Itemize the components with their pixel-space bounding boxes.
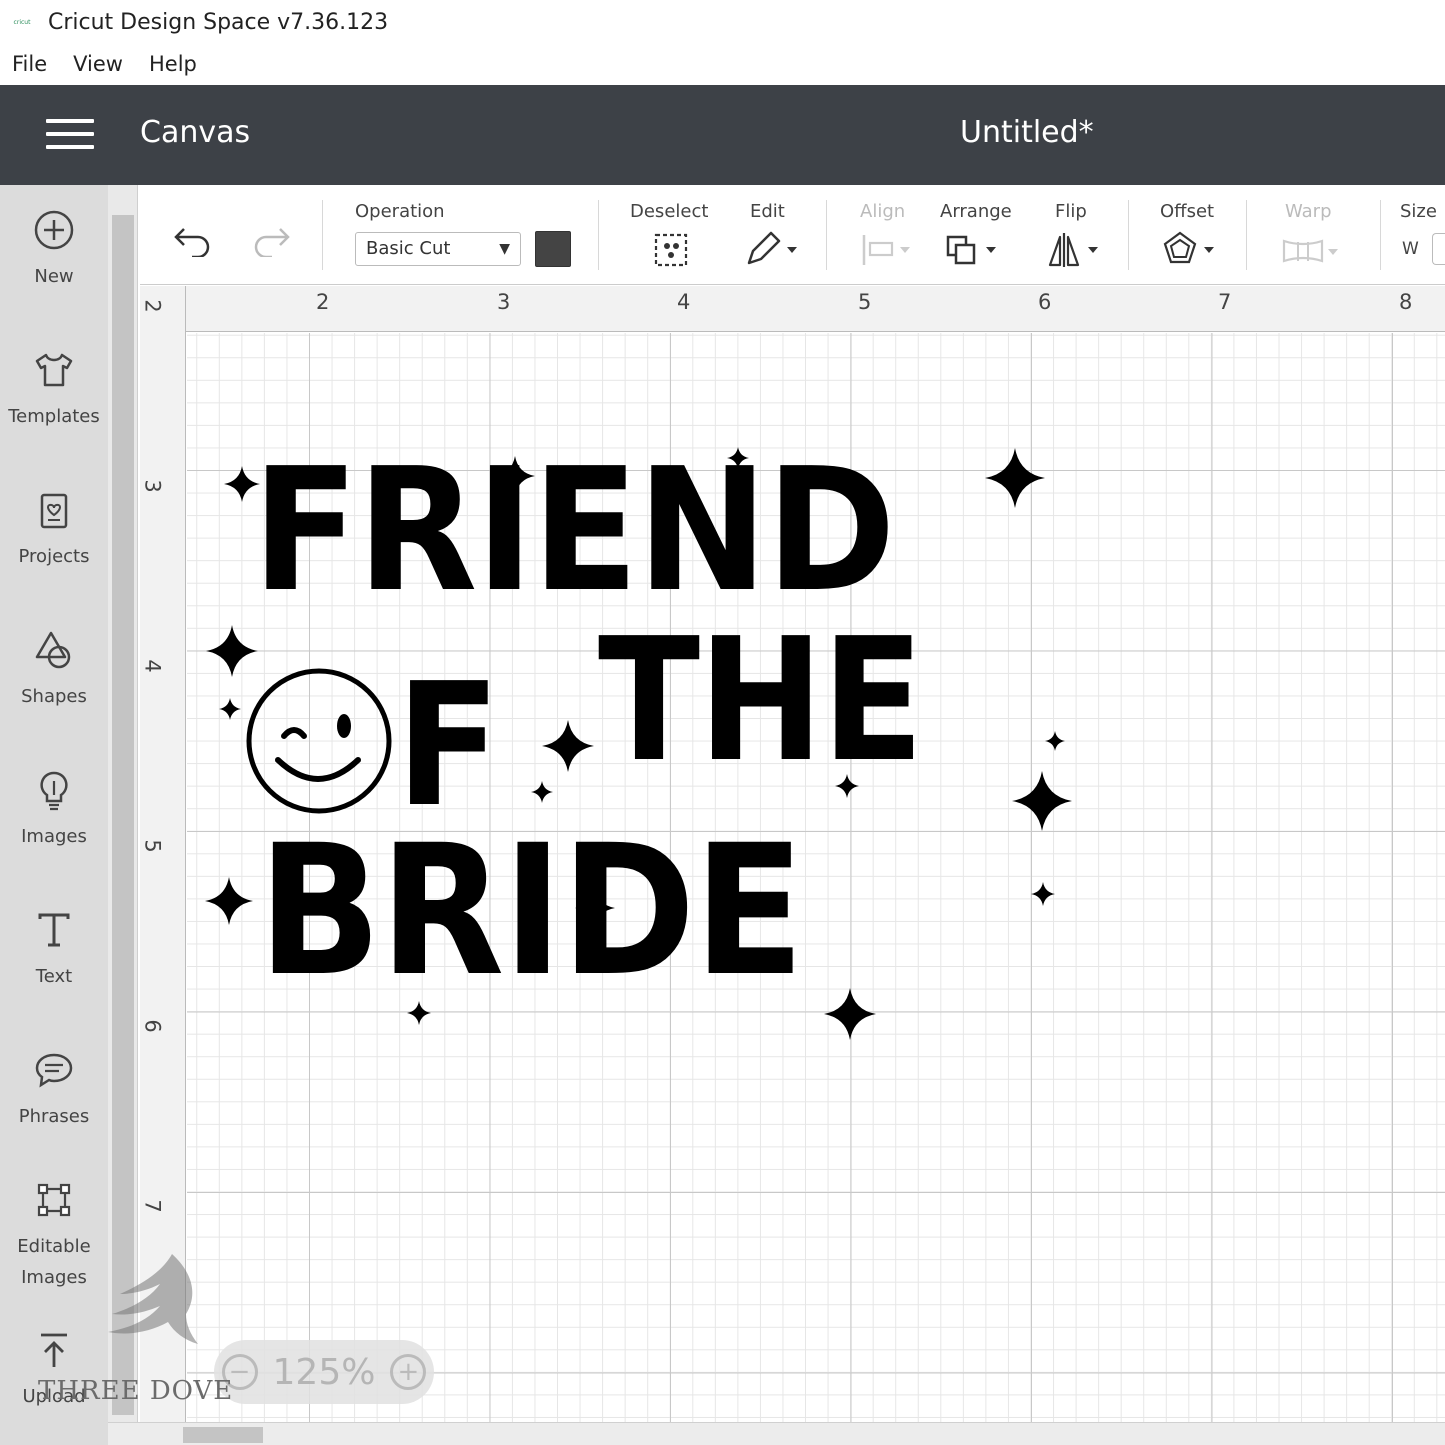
- design-artwork[interactable]: FRIEND F THE BRIDE: [140, 286, 1445, 1422]
- operation-select[interactable]: Basic Cut ▼: [355, 232, 521, 266]
- editable-images-icon: [37, 1183, 71, 1217]
- cricut-logo-icon: cricut: [13, 18, 31, 26]
- size-width-label: W: [1402, 239, 1419, 259]
- design-line-bride: BRIDE: [258, 807, 804, 1016]
- menu-bar: File View Help: [0, 44, 1445, 84]
- lightbulb-icon: [40, 771, 68, 811]
- warp-icon: [1282, 239, 1338, 263]
- offset-icon[interactable]: [1160, 229, 1220, 269]
- title-bar: cricut Cricut Design Space v7.36.123: [0, 0, 1445, 44]
- edit-label: Edit: [750, 201, 785, 222]
- warp-label: Warp: [1285, 201, 1332, 222]
- projects-icon: [40, 493, 68, 529]
- align-icon: [862, 235, 910, 265]
- sidebar-label-templates: Templates: [8, 406, 100, 427]
- flip-label: Flip: [1055, 201, 1087, 222]
- sidebar-label-images: Images: [21, 826, 87, 847]
- watermark-text: THREE DOVE: [38, 1376, 234, 1406]
- shapes-icon: [35, 631, 71, 669]
- edit-toolbar: Operation Basic Cut ▼ Deselect Edit Alig…: [140, 185, 1445, 285]
- design-line-the: THE: [598, 602, 924, 800]
- sidebar-label-projects: Projects: [18, 546, 90, 567]
- arrange-icon[interactable]: [944, 229, 1004, 269]
- flip-icon[interactable]: [1046, 229, 1106, 269]
- operation-value: Basic Cut: [366, 238, 451, 259]
- design-line-friend: FRIEND: [252, 432, 896, 630]
- sidebar-item-shapes[interactable]: Shapes: [0, 627, 108, 712]
- design-line-of: F: [396, 647, 501, 845]
- sidebar-item-projects[interactable]: Projects: [0, 487, 108, 572]
- document-title[interactable]: Untitled*: [960, 115, 1094, 150]
- section-title: Canvas: [140, 115, 251, 150]
- sidebar-item-templates[interactable]: Templates: [0, 347, 108, 432]
- size-width-input[interactable]: [1432, 233, 1445, 265]
- deselect-icon[interactable]: [652, 229, 690, 269]
- sidebar-label-text: Text: [35, 966, 73, 987]
- text-icon: [38, 913, 70, 947]
- deselect-label: Deselect: [630, 201, 709, 222]
- sidebar-item-images[interactable]: Images: [0, 767, 108, 852]
- sidebar-item-new[interactable]: New: [0, 207, 108, 292]
- canvas-horizontal-scrollbar[interactable]: [108, 1422, 1445, 1445]
- menu-file[interactable]: File: [12, 52, 47, 76]
- chevron-down-icon: ▼: [499, 241, 510, 257]
- sidebar-scrollbar-thumb[interactable]: [112, 215, 134, 1415]
- sidebar-label-phrases: Phrases: [18, 1106, 90, 1127]
- arrange-label: Arrange: [940, 201, 1012, 222]
- horizontal-scrollbar-thumb[interactable]: [183, 1427, 263, 1443]
- edit-pencil-icon[interactable]: [743, 229, 803, 269]
- zoom-control: − 125% +: [214, 1340, 434, 1404]
- tshirt-icon: [35, 353, 73, 387]
- zoom-in-button[interactable]: +: [390, 1354, 427, 1390]
- winking-smiley-icon: [246, 668, 392, 814]
- hamburger-menu-icon[interactable]: [46, 119, 94, 151]
- menu-view[interactable]: View: [73, 52, 123, 76]
- app-title: Cricut Design Space v7.36.123: [48, 9, 389, 35]
- operation-label: Operation: [355, 201, 445, 222]
- sidebar-label-new: New: [34, 266, 74, 287]
- size-label: Size: [1400, 201, 1437, 222]
- sidebar-item-phrases[interactable]: Phrases: [0, 1047, 108, 1132]
- dove-watermark-icon: [108, 1254, 198, 1344]
- design-canvas[interactable]: 2 3 4 5 6 7 8 2 3 4 5 6 7 FRIEND F THE B…: [140, 286, 1445, 1422]
- sidebar-label-shapes: Shapes: [21, 686, 87, 707]
- speech-bubble-icon: [35, 1053, 73, 1088]
- align-label: Align: [860, 201, 906, 222]
- app-header: Canvas Untitled*: [0, 85, 1445, 185]
- offset-label: Offset: [1160, 201, 1215, 222]
- plus-circle-icon: [34, 210, 74, 250]
- menu-help[interactable]: Help: [149, 52, 197, 76]
- zoom-level: 125%: [272, 1351, 376, 1393]
- sidebar-item-text[interactable]: Text: [0, 907, 108, 992]
- color-swatch[interactable]: [535, 231, 571, 267]
- undo-icon[interactable]: [172, 221, 216, 257]
- redo-icon[interactable]: [248, 221, 292, 257]
